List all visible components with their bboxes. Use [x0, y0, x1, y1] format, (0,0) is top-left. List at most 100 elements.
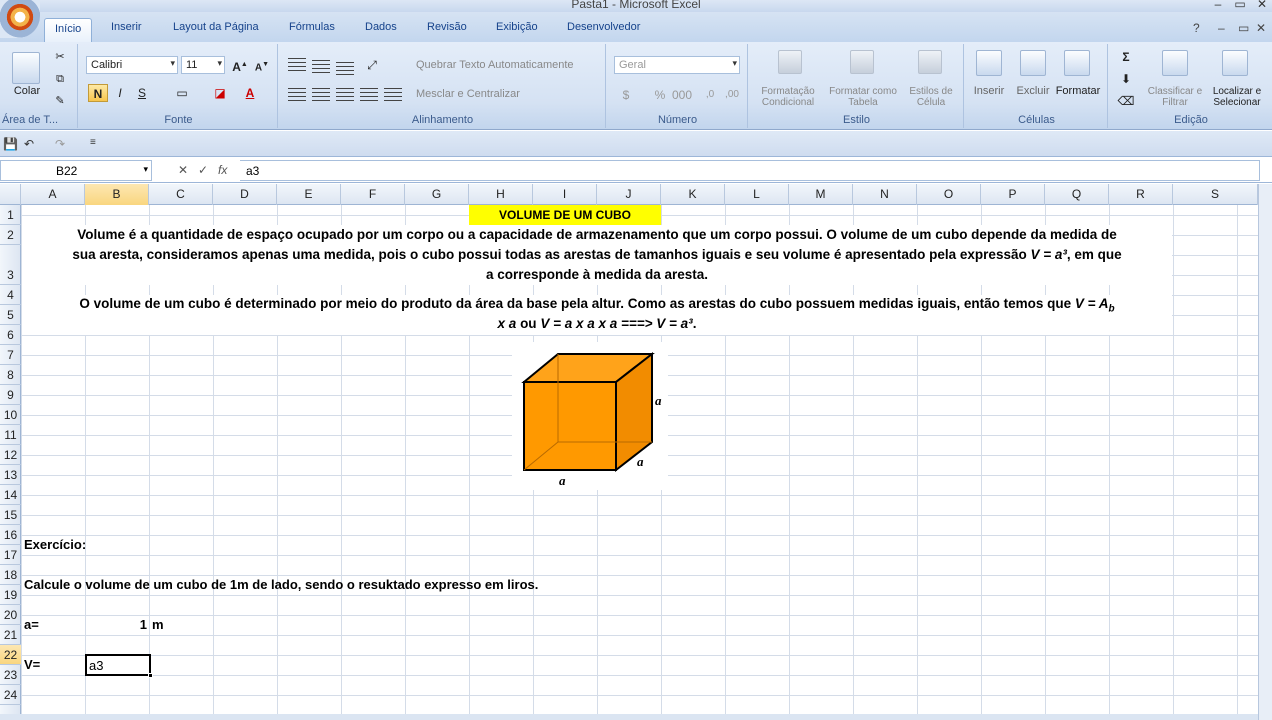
- row-header[interactable]: 11: [0, 425, 21, 445]
- font-name-combo[interactable]: Calibri ▾: [86, 56, 178, 74]
- align-center-icon[interactable]: [312, 88, 330, 102]
- formula-input[interactable]: a3: [240, 160, 1260, 181]
- cell-A18[interactable]: Calcule o volume de um cubo de 1m de lad…: [24, 577, 538, 592]
- redo-icon[interactable]: ↷: [55, 137, 65, 151]
- sheet-title-cell[interactable]: VOLUME DE UM CUBO: [469, 205, 661, 225]
- row-header[interactable]: 10: [0, 405, 21, 425]
- column-header[interactable]: H: [469, 184, 533, 205]
- name-box[interactable]: B22 ▾: [0, 160, 152, 181]
- row-header[interactable]: 13: [0, 465, 21, 485]
- row-header[interactable]: 19: [0, 585, 21, 605]
- bold-button[interactable]: N: [88, 84, 108, 102]
- merge-center-button[interactable]: Mesclar e Centralizar: [416, 89, 602, 100]
- row-header[interactable]: 1: [0, 205, 21, 225]
- column-header[interactable]: R: [1109, 184, 1173, 205]
- row-header[interactable]: 5: [0, 305, 21, 325]
- column-header[interactable]: P: [981, 184, 1045, 205]
- format-painter-icon[interactable]: ✎: [50, 92, 70, 110]
- ribbon-minimize-icon[interactable]: –: [1218, 21, 1225, 35]
- wrap-text-button[interactable]: Quebrar Texto Automaticamente: [416, 60, 602, 71]
- conditional-format-button[interactable]: Formatação Condicional: [750, 86, 826, 108]
- row-header[interactable]: 6: [0, 325, 21, 345]
- row-header[interactable]: 4: [0, 285, 21, 305]
- row-header[interactable]: 17: [0, 545, 21, 565]
- decrease-indent-icon[interactable]: [360, 88, 378, 102]
- row-header[interactable]: 14: [0, 485, 21, 505]
- tab-revisao[interactable]: Revisão: [427, 21, 467, 33]
- active-cell-B22[interactable]: a3: [85, 654, 153, 678]
- column-header[interactable]: O: [917, 184, 981, 205]
- customize-qat-icon[interactable]: ≡: [90, 137, 96, 148]
- format-cells-button[interactable]: Formatar: [1054, 86, 1102, 97]
- cell-A16[interactable]: Exercício:: [24, 537, 86, 552]
- shrink-font-icon[interactable]: A▼: [252, 56, 272, 74]
- row-header[interactable]: 12: [0, 445, 21, 465]
- cell-B20[interactable]: 1: [85, 617, 147, 632]
- row-header[interactable]: 9: [0, 385, 21, 405]
- align-right-icon[interactable]: [336, 88, 354, 102]
- align-bottom-icon[interactable]: [336, 62, 354, 76]
- column-header[interactable]: L: [725, 184, 789, 205]
- orientation-icon[interactable]: ⤢: [362, 56, 382, 74]
- help-icon[interactable]: ?: [1193, 21, 1200, 35]
- row-header[interactable]: 2: [0, 225, 21, 245]
- delete-cells-button[interactable]: Excluir: [1010, 86, 1056, 97]
- row-header[interactable]: 20: [0, 605, 21, 625]
- column-header[interactable]: M: [789, 184, 853, 205]
- row-header[interactable]: 16: [0, 525, 21, 545]
- comma-style-icon[interactable]: 000: [672, 86, 692, 104]
- paste-button[interactable]: Colar: [12, 86, 42, 97]
- row-header[interactable]: 8: [0, 365, 21, 385]
- column-header[interactable]: I: [533, 184, 597, 205]
- undo-icon[interactable]: ↶: [24, 137, 34, 151]
- cube-image[interactable]: a a a: [512, 342, 668, 490]
- tab-inserir[interactable]: Inserir: [111, 21, 142, 33]
- cell-A22[interactable]: V=: [24, 657, 40, 672]
- font-color-icon[interactable]: A: [240, 84, 260, 102]
- column-header[interactable]: E: [277, 184, 341, 205]
- column-header[interactable]: K: [661, 184, 725, 205]
- confirm-entry-icon[interactable]: ✓: [198, 163, 208, 177]
- row-header[interactable]: 23: [0, 665, 21, 685]
- cut-icon[interactable]: ✂: [50, 48, 70, 66]
- align-middle-icon[interactable]: [312, 60, 330, 74]
- paste-icon[interactable]: [12, 52, 40, 84]
- percent-icon[interactable]: %: [650, 86, 670, 104]
- tab-dados[interactable]: Dados: [365, 21, 397, 33]
- sort-filter-button[interactable]: Classificar e Filtrar: [1144, 86, 1206, 108]
- font-size-combo[interactable]: 11 ▾: [181, 56, 225, 74]
- column-header[interactable]: C: [149, 184, 213, 205]
- insert-function-icon[interactable]: fx: [218, 163, 227, 177]
- underline-button[interactable]: S: [132, 84, 152, 102]
- tab-exibicao[interactable]: Exibição: [496, 21, 538, 33]
- column-header[interactable]: N: [853, 184, 917, 205]
- row-header[interactable]: 7: [0, 345, 21, 365]
- column-header[interactable]: J: [597, 184, 661, 205]
- column-header-selected[interactable]: B: [85, 184, 149, 205]
- autosum-icon[interactable]: Σ: [1116, 48, 1136, 66]
- row-header-selected[interactable]: 22: [0, 645, 21, 665]
- tab-desenvolvedor[interactable]: Desenvolvedor: [567, 21, 640, 33]
- format-as-table-button[interactable]: Formatar como Tabela: [826, 86, 900, 108]
- column-header[interactable]: A: [21, 184, 85, 205]
- fill-icon[interactable]: ⬇: [1116, 70, 1136, 88]
- tab-formulas[interactable]: Fórmulas: [289, 21, 335, 33]
- column-header[interactable]: S: [1173, 184, 1258, 205]
- grow-font-icon[interactable]: A▲: [230, 56, 250, 74]
- clear-icon[interactable]: ⌫: [1116, 92, 1136, 110]
- select-all-corner[interactable]: [0, 184, 21, 205]
- fill-handle[interactable]: [148, 673, 153, 678]
- insert-cells-button[interactable]: Inserir: [966, 86, 1012, 97]
- maximize-icon[interactable]: ▭: [1230, 0, 1250, 11]
- cell-A20[interactable]: a=: [24, 617, 39, 632]
- fill-color-icon[interactable]: ◪: [210, 84, 230, 102]
- workbook-close-icon[interactable]: ✕: [1256, 21, 1266, 35]
- decrease-decimal-icon[interactable]: ,00: [722, 86, 742, 104]
- tab-inicio[interactable]: Início: [44, 18, 93, 42]
- cancel-entry-icon[interactable]: ✕: [178, 163, 188, 177]
- cell-C20[interactable]: m: [152, 617, 164, 632]
- currency-icon[interactable]: $: [616, 86, 636, 104]
- column-header[interactable]: D: [213, 184, 277, 205]
- column-header[interactable]: Q: [1045, 184, 1109, 205]
- ribbon-restore-icon[interactable]: ▭: [1238, 21, 1249, 35]
